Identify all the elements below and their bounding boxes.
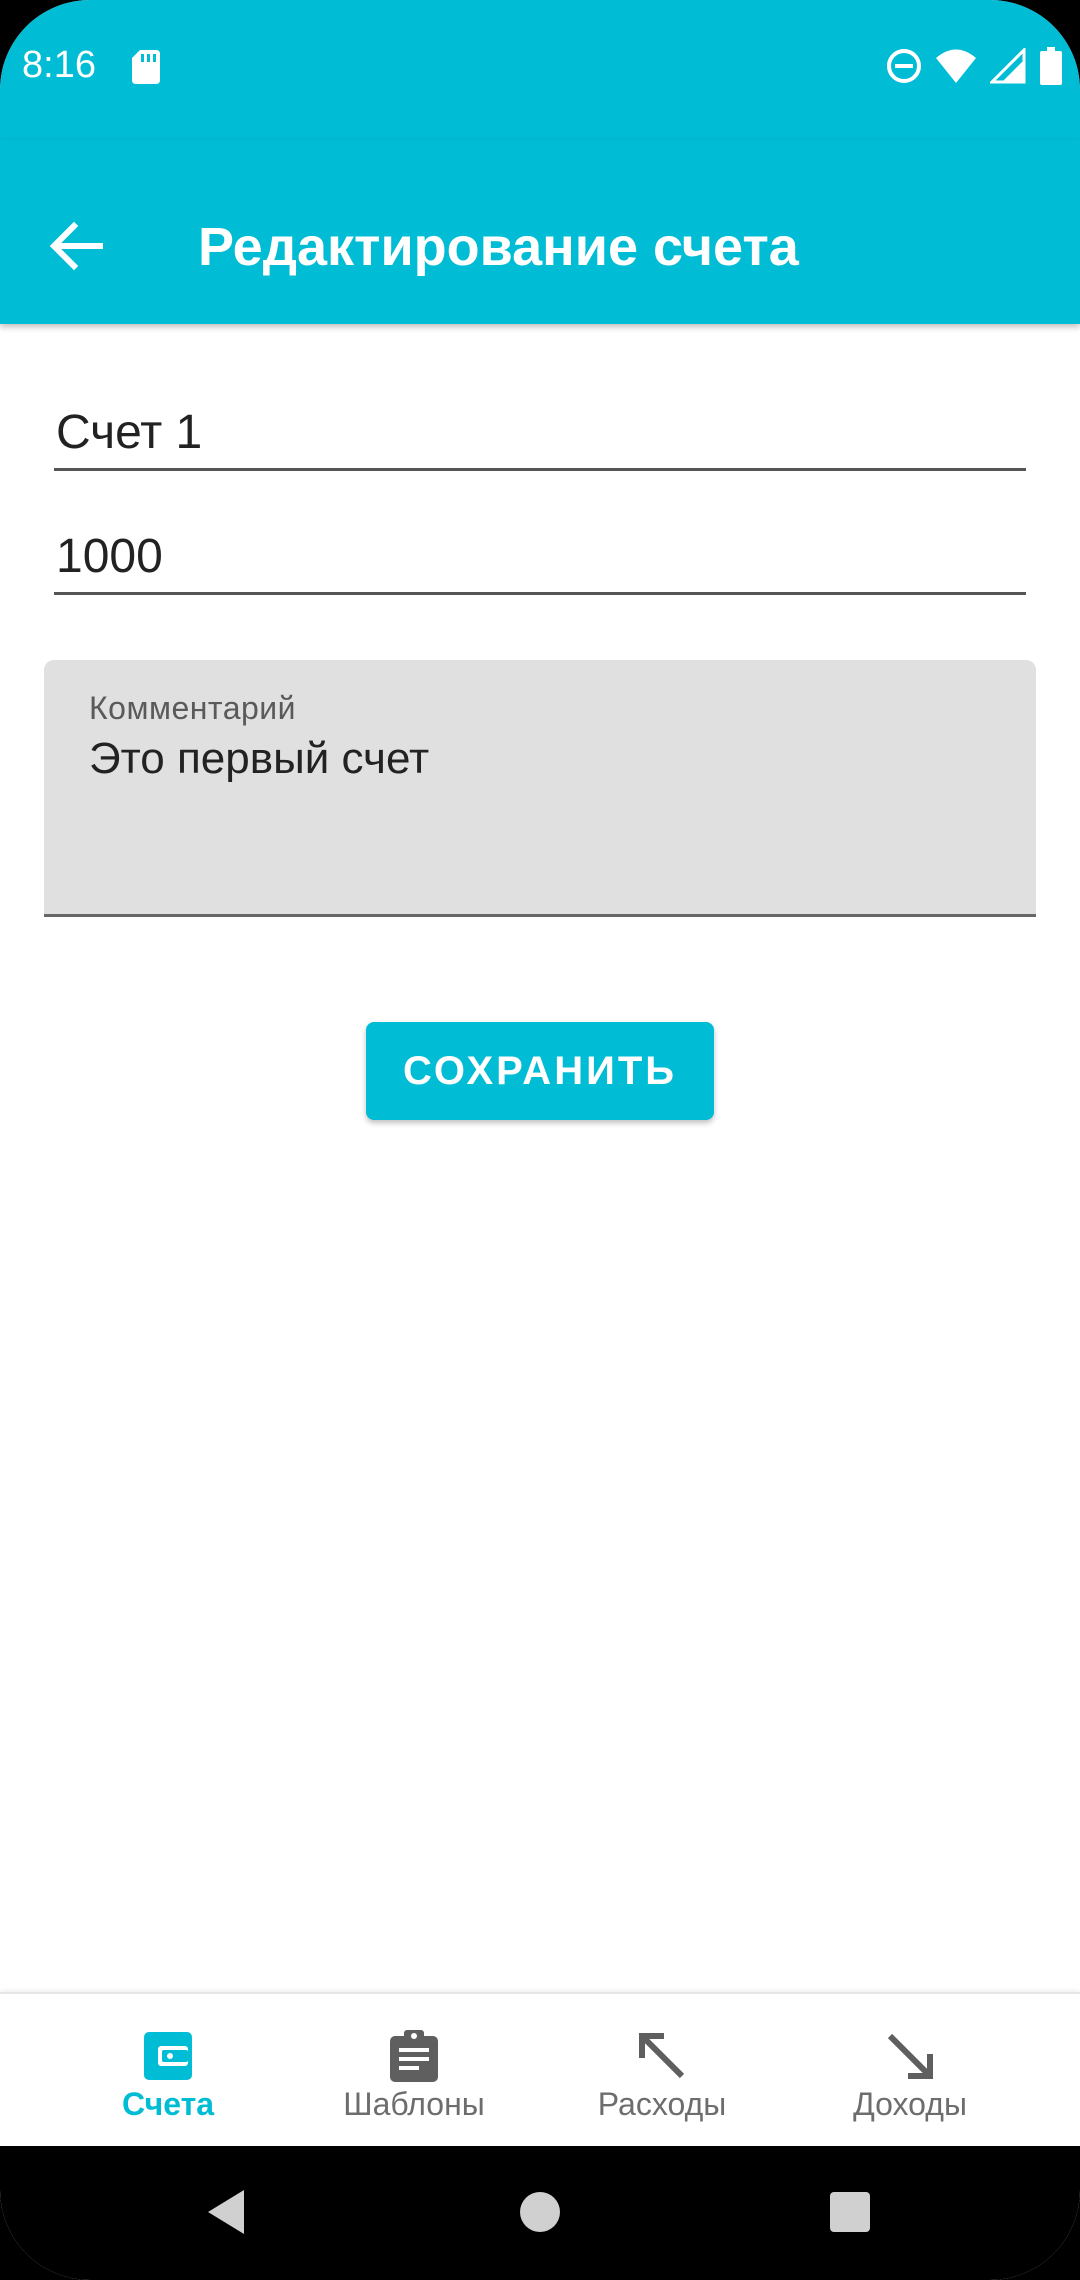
nav-label-expenses: Расходы <box>597 2086 727 2122</box>
nav-item-templates[interactable]: Шаблоны <box>290 1994 538 2148</box>
nav-item-accounts[interactable]: Счета <box>44 1994 292 2148</box>
status-time: 8:16 <box>22 44 96 86</box>
wifi-icon <box>936 49 976 83</box>
arrow-up-left-icon <box>639 2033 685 2079</box>
cellular-signal-icon <box>990 48 1026 84</box>
system-navigation-bar <box>0 2146 1080 2280</box>
comment-value: Это первый счет <box>89 734 430 783</box>
comment-label: Комментарий <box>89 690 297 726</box>
bottom-navigation: Счета Шаблоны Расходы Доходы <box>0 1992 1080 2148</box>
system-recents-icon[interactable] <box>820 2182 880 2242</box>
arrow-back-icon[interactable] <box>40 210 112 282</box>
system-back-icon[interactable] <box>196 2182 256 2242</box>
account-name-value: Счет 1 <box>56 406 203 459</box>
nav-label-income: Доходы <box>853 2086 967 2122</box>
arrow-down-right-icon <box>887 2033 933 2079</box>
account-amount-field[interactable]: 1000 <box>54 520 1026 595</box>
comment-field[interactable]: Комментарий Это первый счет <box>44 660 1036 917</box>
app-bar: Редактирование счета <box>0 140 1080 324</box>
do-not-disturb-icon <box>887 49 921 83</box>
status-icons <box>886 46 1062 86</box>
nav-label-accounts: Счета <box>121 2086 215 2122</box>
battery-icon <box>1040 47 1062 85</box>
clipboard-icon <box>390 2030 438 2082</box>
account-name-field[interactable]: Счет 1 <box>54 396 1026 471</box>
system-home-icon[interactable] <box>510 2182 570 2242</box>
account-amount-value: 1000 <box>56 530 163 583</box>
nav-item-expenses[interactable]: Расходы <box>538 1994 786 2148</box>
save-button[interactable]: СОХРАНИТЬ <box>366 1022 714 1120</box>
phone-screen: 8:16 Редактирование счета Счет 1 1000 Ко… <box>0 0 1080 2280</box>
status-bar: 8:16 <box>0 0 1080 140</box>
wallet-icon <box>144 2032 192 2080</box>
page-title: Редактирование счета <box>198 217 799 277</box>
nav-item-income[interactable]: Доходы <box>786 1994 1034 2148</box>
sd-card-icon <box>132 50 160 84</box>
nav-label-templates: Шаблоны <box>343 2086 485 2122</box>
